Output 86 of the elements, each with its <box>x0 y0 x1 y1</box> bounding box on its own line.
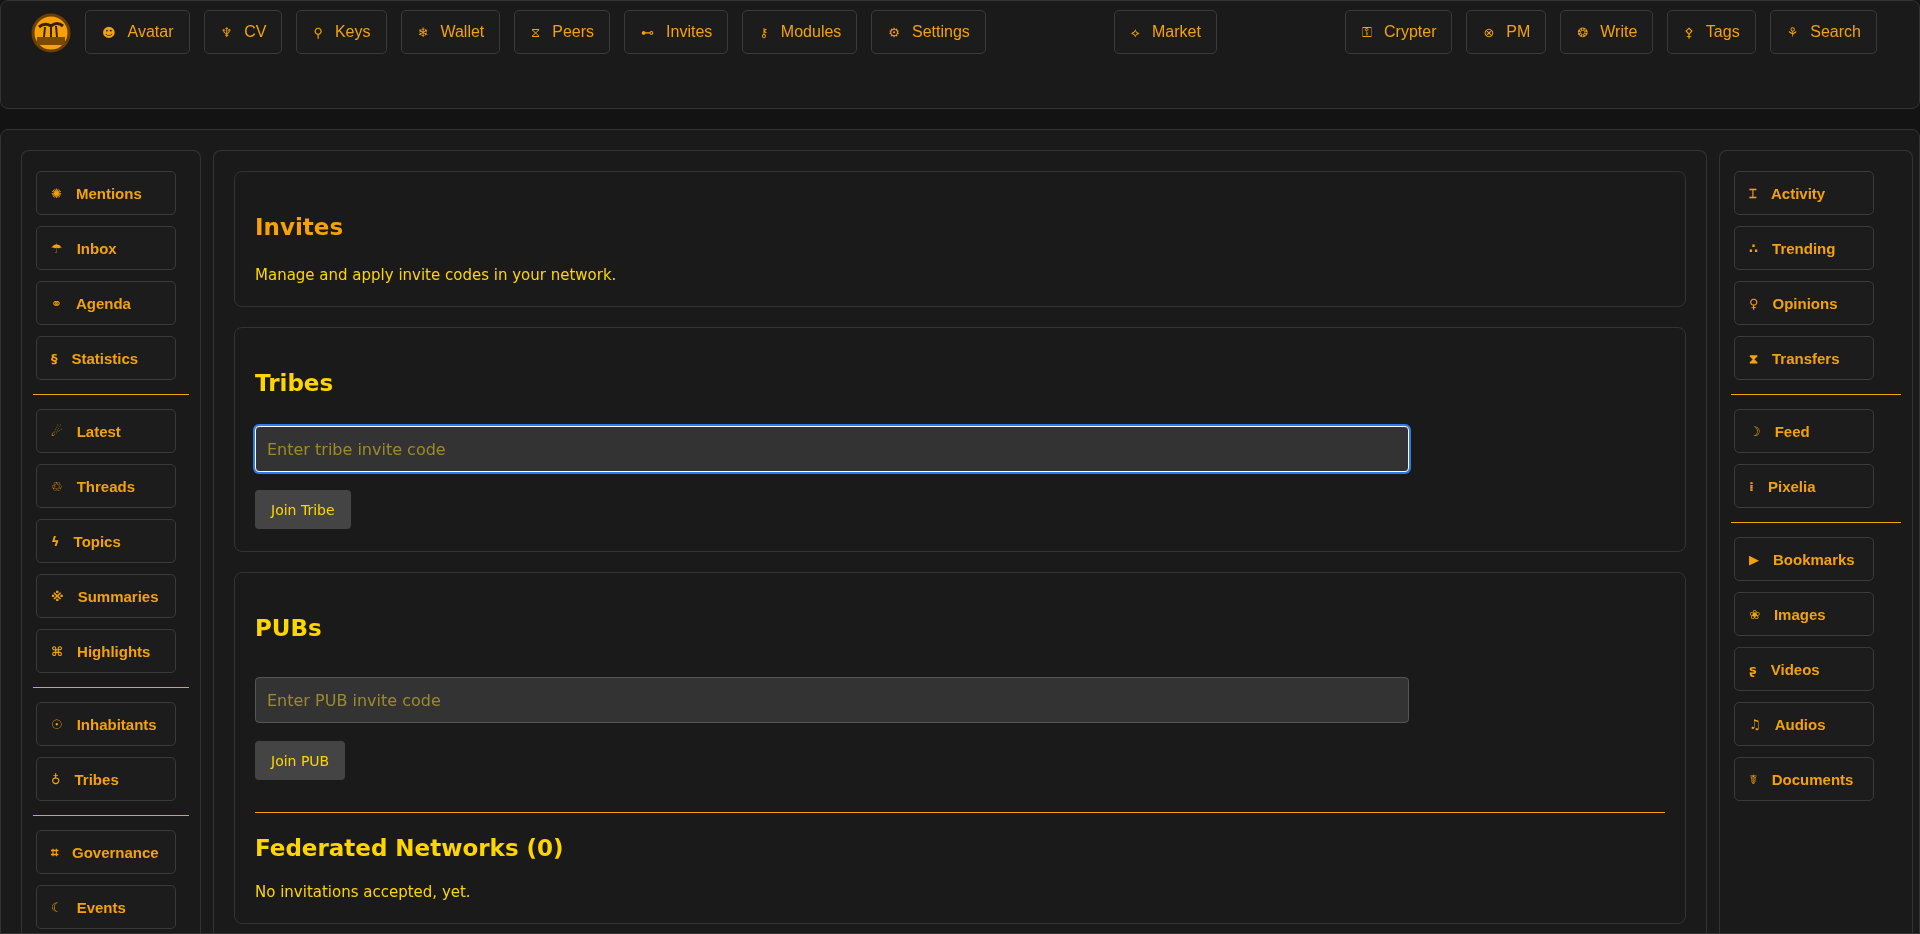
sidebar-button[interactable]: ☾ Events <box>36 885 176 929</box>
nav-button[interactable]: ❄ Wallet <box>400 10 501 54</box>
nav-button[interactable]: ⚙ Settings <box>871 10 986 54</box>
nav-button[interactable]: ⧖ Peers <box>514 10 611 54</box>
nav-button[interactable]: ♆ CV <box>203 10 283 54</box>
sidebar-button[interactable]: ☄ Latest <box>36 409 176 453</box>
sidebar-icon: ʂ <box>1749 662 1757 676</box>
logo-icon <box>31 13 71 53</box>
page-title: Invites <box>255 214 344 240</box>
sidebar-icon: ※ <box>51 589 64 603</box>
sidebar-icon: ϟ <box>51 534 60 548</box>
sidebar-icon: ⌘ <box>51 644 64 658</box>
sidebar-icon: ⌶ <box>1749 186 1757 200</box>
nav-button[interactable]: ⚘ Search <box>1769 10 1877 54</box>
nav-button[interactable]: ⚴ Tags <box>1667 10 1756 54</box>
sidebar-button[interactable]: ⁞ Pixelia <box>1734 464 1874 508</box>
nav-button[interactable]: ❂ Write <box>1560 10 1654 54</box>
sidebar-icon: ♲ <box>51 479 63 493</box>
nav-icon: ⚙ <box>888 25 900 39</box>
nav-button[interactable]: ⚿ Crypter <box>1345 10 1453 54</box>
section-title: Tribes <box>255 370 334 396</box>
sidebar-button[interactable]: ♫ Audios <box>1734 702 1874 746</box>
sidebar-button[interactable]: ▶ Bookmarks <box>1734 537 1874 581</box>
sidebar-button[interactable]: ☂ Inbox <box>36 226 176 270</box>
sidebar-button[interactable]: ♀ Opinions <box>1734 281 1874 325</box>
sidebar-button[interactable]: ♲ Threads <box>36 464 176 508</box>
sidebar-button[interactable]: ⌗ Governance <box>36 830 176 874</box>
sidebar-button[interactable]: ❀ Images <box>1734 592 1874 636</box>
nav-icon: ⚘ <box>1786 25 1799 39</box>
nav-icon: ❄ <box>417 25 429 39</box>
sidebar-button[interactable]: ☉ Inhabitants <box>36 702 176 746</box>
sidebar-icon: ▶ <box>1749 552 1759 566</box>
sidebar-button[interactable]: ϟ Topics <box>36 519 176 563</box>
sidebar-button[interactable]: ⚭ Agenda <box>36 281 176 325</box>
sidebar-button[interactable]: ※ Summaries <box>36 574 176 618</box>
nav-icon: ♆ <box>220 25 233 39</box>
sidebar-button[interactable]: ✺ Mentions <box>36 171 176 215</box>
page-description: Manage and apply invite codes in your network. <box>255 266 617 284</box>
sidebar-icon: ∴ <box>1749 241 1759 255</box>
invite-code-field[interactable]: Enter PUB invite code <box>255 677 1409 723</box>
sidebar-icon: ☄ <box>51 424 63 438</box>
sidebar-button[interactable]: ⌘ Highlights <box>36 629 176 673</box>
nav-button[interactable]: ☻ Avatar <box>85 10 190 54</box>
nav-button[interactable]: ⊗ PM <box>1466 10 1547 54</box>
sidebar-icon: ✺ <box>51 186 62 200</box>
nav-icon: ☻ <box>102 25 116 39</box>
nav-icon: ❂ <box>1577 25 1589 39</box>
sidebar-icon: ⌗ <box>51 845 58 859</box>
sidebar-icon: ❀ <box>1749 607 1760 621</box>
sidebar-button[interactable]: § Statistics <box>36 336 176 380</box>
nav-icon: ⊷ <box>641 25 655 39</box>
sidebar-icon: ☤ <box>1749 772 1758 786</box>
section-title: Federated Networks (0) <box>255 835 564 861</box>
empty-message: No invitations accepted, yet. <box>255 883 471 901</box>
nav-icon: ⚷ <box>759 25 769 39</box>
sidebar-icon: ♀ <box>1749 296 1759 310</box>
nav-icon: ⊗ <box>1483 25 1495 39</box>
sidebar-button[interactable]: ☽ Feed <box>1734 409 1874 453</box>
sidebar-button[interactable]: ⧗ Transfers <box>1734 336 1874 380</box>
nav-icon: ⧖ <box>531 25 541 39</box>
nav-button[interactable]: ⚲ Keys <box>296 10 387 54</box>
sidebar-icon: ♁ <box>51 772 61 786</box>
join-button[interactable]: Join PUB <box>255 741 346 780</box>
section-title: PUBs <box>255 615 322 641</box>
sidebar-icon: ⁞ <box>1749 479 1754 493</box>
sidebar-icon: § <box>51 351 58 365</box>
nav-button[interactable]: ⚷ Modules <box>742 10 858 54</box>
sidebar-icon: ☽ <box>1749 424 1761 438</box>
sidebar-button[interactable]: ⌶ Activity <box>1734 171 1874 215</box>
nav-icon: ⚿ <box>1362 25 1372 39</box>
sidebar-button[interactable]: ʂ Videos <box>1734 647 1874 691</box>
sidebar-icon: ⧗ <box>1749 351 1758 365</box>
sidebar-icon: ♫ <box>1749 717 1761 731</box>
sidebar-button[interactable]: ∴ Trending <box>1734 226 1874 270</box>
nav-icon: ⚴ <box>1684 25 1694 39</box>
sidebar-icon: ☾ <box>51 900 63 914</box>
sidebar-button[interactable]: ☤ Documents <box>1734 757 1874 801</box>
nav-icon: ⟡ <box>1130 25 1140 39</box>
sidebar-icon: ⚭ <box>51 296 62 310</box>
nav-button[interactable]: ⊷ Invites <box>624 10 729 54</box>
sidebar-icon: ☉ <box>51 717 63 731</box>
nav-button[interactable]: ⟡ Market <box>1113 10 1217 54</box>
sidebar-icon: ☂ <box>51 241 63 255</box>
join-button[interactable]: Join Tribe <box>255 490 351 529</box>
sidebar-button[interactable]: ♁ Tribes <box>36 757 176 801</box>
nav-icon: ⚲ <box>313 25 323 39</box>
